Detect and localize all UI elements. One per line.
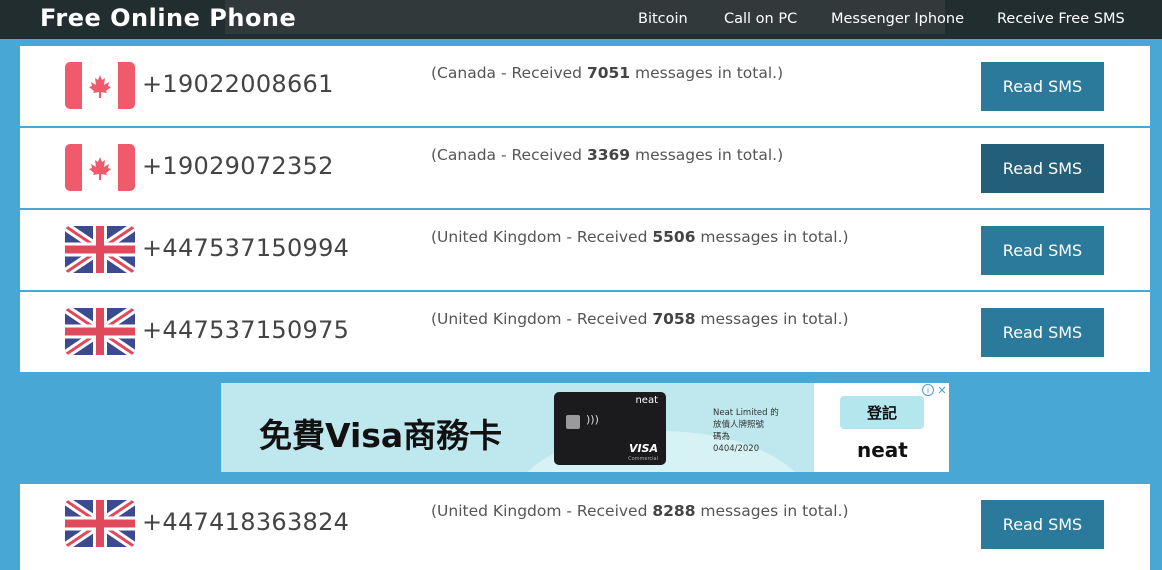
message-count-info: (Canada - Received 7051 messages in tota… bbox=[431, 64, 784, 82]
read-sms-button[interactable]: Read SMS bbox=[981, 144, 1104, 193]
uk-flag-icon bbox=[65, 500, 135, 547]
phone-number[interactable]: +19029072352 bbox=[142, 152, 334, 180]
ad-signup-button[interactable]: 登記 bbox=[840, 396, 924, 429]
message-count-info: (United Kingdom - Received 5506 messages… bbox=[431, 228, 849, 246]
card-network: VISA bbox=[628, 442, 658, 455]
card-sub: Commercial bbox=[628, 456, 658, 462]
ad-banner[interactable]: 免費Visa商務卡 neat ))) VISA Commercial Neat … bbox=[221, 383, 949, 472]
card-brand: neat bbox=[635, 395, 658, 406]
nav-receive-free-sms[interactable]: Receive Free SMS bbox=[997, 11, 1125, 27]
number-card: +447537150975 (United Kingdom - Received… bbox=[20, 292, 1150, 372]
uk-flag-icon bbox=[65, 226, 135, 273]
nav-call-on-pc[interactable]: Call on PC bbox=[724, 11, 797, 27]
close-icon[interactable]: ✕ bbox=[936, 384, 948, 397]
message-count-info: (Canada - Received 3369 messages in tota… bbox=[431, 146, 784, 164]
read-sms-button[interactable]: Read SMS bbox=[981, 500, 1104, 549]
nav-messenger-iphone[interactable]: Messenger Iphone bbox=[831, 11, 964, 27]
ad-cta-panel: 登記 neat bbox=[814, 383, 949, 472]
phone-number[interactable]: +447537150975 bbox=[142, 316, 349, 344]
phone-number[interactable]: +447537150994 bbox=[142, 234, 349, 262]
message-count: 5506 bbox=[652, 228, 696, 246]
contactless-icon: ))) bbox=[586, 413, 599, 426]
visa-card-image: neat ))) VISA Commercial bbox=[554, 392, 666, 465]
uk-flag-icon bbox=[65, 308, 135, 355]
adchoices-icon[interactable]: i bbox=[922, 384, 934, 396]
top-navbar: Free Online Phone Bitcoin Call on PC Mes… bbox=[0, 0, 1162, 39]
message-count-info: (United Kingdom - Received 8288 messages… bbox=[431, 502, 849, 520]
phone-number[interactable]: +19022008661 bbox=[142, 70, 334, 98]
ad-legal-text: Neat Limited 的 放債人牌照號 碼為 0404/2020 bbox=[713, 408, 779, 454]
site-brand[interactable]: Free Online Phone bbox=[40, 4, 296, 32]
message-count-info: (United Kingdom - Received 7058 messages… bbox=[431, 310, 849, 328]
number-card: +447537150994 (United Kingdom - Received… bbox=[20, 210, 1150, 290]
ad-headline[interactable]: 免費Visa商務卡 bbox=[259, 409, 502, 457]
message-count: 7051 bbox=[586, 64, 631, 82]
number-card: +19029072352 (Canada - Received 3369 mes… bbox=[20, 128, 1150, 208]
read-sms-button[interactable]: Read SMS bbox=[981, 62, 1104, 111]
message-count: 8288 bbox=[652, 502, 696, 520]
number-card: +19022008661 (Canada - Received 7051 mes… bbox=[20, 46, 1150, 126]
nav-bitcoin[interactable]: Bitcoin bbox=[638, 11, 688, 27]
canada-flag-icon bbox=[65, 144, 135, 191]
message-count: 7058 bbox=[652, 310, 696, 328]
chip-icon bbox=[566, 415, 580, 429]
message-count: 3369 bbox=[586, 146, 631, 164]
read-sms-button[interactable]: Read SMS bbox=[981, 308, 1104, 357]
phone-number[interactable]: +447418363824 bbox=[142, 508, 349, 536]
number-card: +447418363824 (United Kingdom - Received… bbox=[20, 484, 1150, 570]
ad-logo[interactable]: neat bbox=[857, 438, 908, 462]
canada-flag-icon bbox=[65, 62, 135, 109]
read-sms-button[interactable]: Read SMS bbox=[981, 226, 1104, 275]
